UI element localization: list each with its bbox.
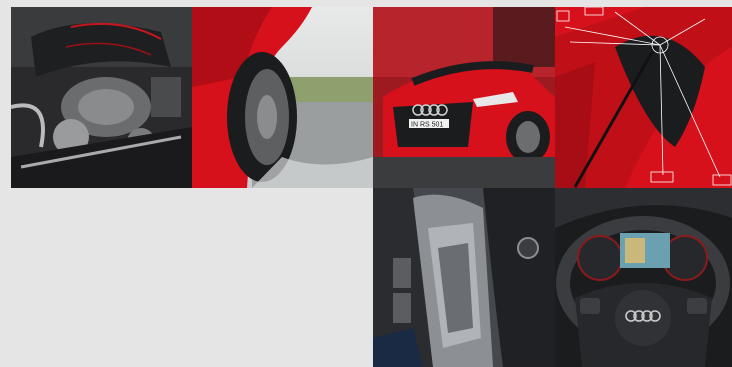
steering-wheel-photo xyxy=(555,188,732,367)
license-plate-text: IN RS 501 xyxy=(411,122,443,129)
gallery-tile-diagram[interactable] xyxy=(555,7,732,188)
gallery-tile-cockpit[interactable] xyxy=(555,188,732,367)
sensor-diagram-photo xyxy=(555,7,732,188)
empty-gallery-area xyxy=(11,188,373,367)
gallery-tile-front[interactable]: IN RS 501 xyxy=(373,7,555,188)
gallery-tile-door[interactable] xyxy=(373,188,555,367)
car-front-photo: IN RS 501 xyxy=(373,7,555,188)
wheel-photo xyxy=(192,7,373,188)
engine-photo xyxy=(11,7,192,188)
gallery-tile-wheel[interactable] xyxy=(192,7,373,188)
door-controls-photo xyxy=(373,188,555,367)
image-gallery: IN RS 501 xyxy=(0,0,732,367)
gallery-tile-engine[interactable] xyxy=(11,7,192,188)
